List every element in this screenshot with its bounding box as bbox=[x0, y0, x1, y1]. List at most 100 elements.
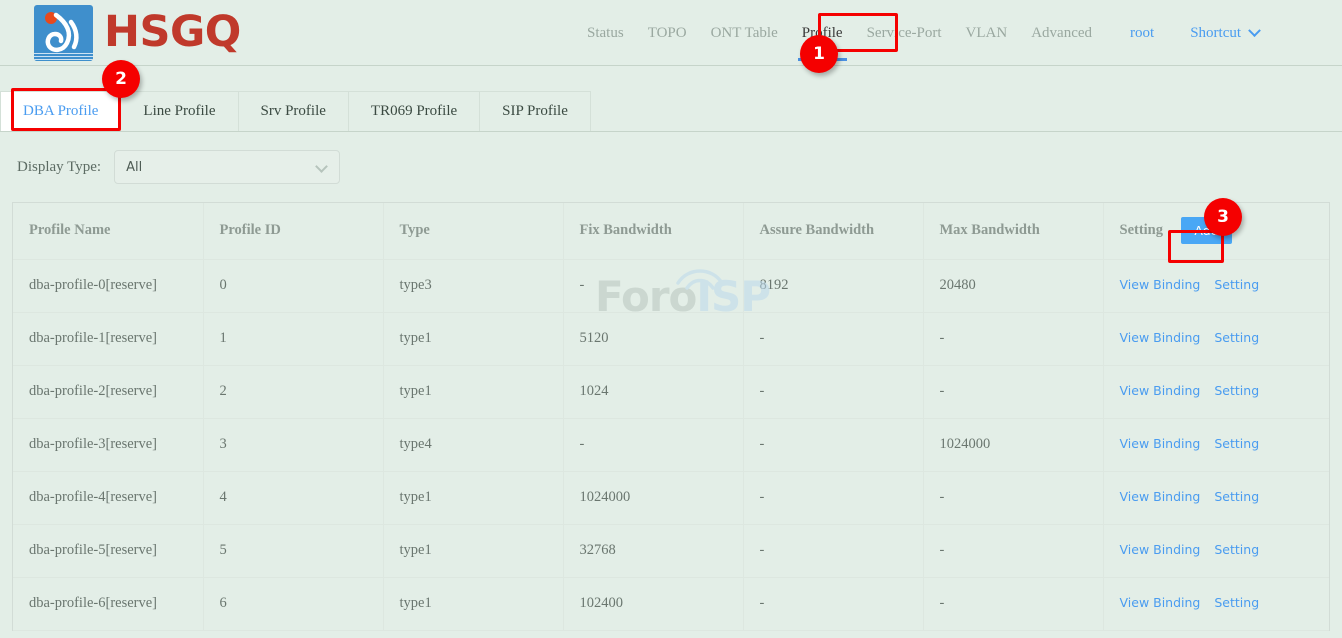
cell-setting: View Binding Setting bbox=[1103, 524, 1329, 577]
table-row: dba-profile-6[reserve]6type1102400--View… bbox=[13, 577, 1329, 630]
logo-stripes bbox=[34, 53, 93, 61]
cell-setting: View Binding Setting bbox=[1103, 471, 1329, 524]
nav-shortcut-label: Shortcut bbox=[1190, 25, 1241, 42]
cell-type: type4 bbox=[383, 418, 563, 471]
table-body: dba-profile-0[reserve]0type3-819220480Vi… bbox=[13, 259, 1329, 630]
cell-assure-bandwidth: - bbox=[743, 365, 923, 418]
cell-assure-bandwidth: - bbox=[743, 418, 923, 471]
view-binding-link[interactable]: View Binding bbox=[1120, 542, 1201, 557]
cell-setting: View Binding Setting bbox=[1103, 365, 1329, 418]
subtab-sip-profile[interactable]: SIP Profile bbox=[479, 91, 591, 131]
dba-profile-table: Profile Name Profile ID Type Fix Bandwid… bbox=[12, 202, 1330, 631]
subtab-tr069-profile[interactable]: TR069 Profile bbox=[348, 91, 480, 131]
view-binding-link[interactable]: View Binding bbox=[1120, 383, 1201, 398]
cell-type: type1 bbox=[383, 577, 563, 630]
setting-link[interactable]: Setting bbox=[1214, 595, 1259, 610]
cell-assure-bandwidth: - bbox=[743, 577, 923, 630]
setting-link[interactable]: Setting bbox=[1214, 542, 1259, 557]
cell-type: type1 bbox=[383, 312, 563, 365]
cell-max-bandwidth: - bbox=[923, 312, 1103, 365]
setting-link[interactable]: Setting bbox=[1214, 383, 1259, 398]
sub-tab-list: DBA Profile Line Profile Srv Profile TR0… bbox=[0, 91, 591, 131]
view-binding-link[interactable]: View Binding bbox=[1120, 436, 1201, 451]
cell-setting: View Binding Setting bbox=[1103, 259, 1329, 312]
nav-item-status[interactable]: Status bbox=[575, 0, 636, 66]
cell-fix-bandwidth: 102400 bbox=[563, 577, 743, 630]
column-header-profile-name: Profile Name bbox=[13, 203, 203, 259]
sub-tab-bar: DBA Profile Line Profile Srv Profile TR0… bbox=[0, 66, 1342, 132]
chevron-down-icon bbox=[1248, 24, 1261, 37]
view-binding-link[interactable]: View Binding bbox=[1120, 330, 1201, 345]
view-binding-link[interactable]: View Binding bbox=[1120, 489, 1201, 504]
nav-user-root[interactable]: root bbox=[1118, 0, 1166, 66]
cell-profile-id: 3 bbox=[203, 418, 383, 471]
top-navigation: Status TOPO ONT Table Profile Service-Po… bbox=[575, 0, 1271, 66]
cell-profile-name: dba-profile-0[reserve] bbox=[13, 259, 203, 312]
cell-profile-id: 1 bbox=[203, 312, 383, 365]
setting-link[interactable]: Setting bbox=[1214, 330, 1259, 345]
annotation-badge-1: 1 bbox=[800, 35, 838, 73]
cell-setting: View Binding Setting bbox=[1103, 312, 1329, 365]
cell-setting: View Binding Setting bbox=[1103, 577, 1329, 630]
view-binding-link[interactable]: View Binding bbox=[1120, 595, 1201, 610]
cell-type: type3 bbox=[383, 259, 563, 312]
nav-item-advanced[interactable]: Advanced bbox=[1019, 0, 1104, 66]
cell-max-bandwidth: 1024000 bbox=[923, 418, 1103, 471]
nav-item-service-port[interactable]: Service-Port bbox=[855, 0, 954, 66]
cell-fix-bandwidth: 32768 bbox=[563, 524, 743, 577]
view-binding-link[interactable]: View Binding bbox=[1120, 277, 1201, 292]
column-header-assure-bandwidth: Assure Bandwidth bbox=[743, 203, 923, 259]
subtab-srv-profile[interactable]: Srv Profile bbox=[238, 91, 349, 131]
table-row: dba-profile-5[reserve]5type132768--View … bbox=[13, 524, 1329, 577]
cell-profile-id: 2 bbox=[203, 365, 383, 418]
cell-profile-id: 6 bbox=[203, 577, 383, 630]
cell-setting: View Binding Setting bbox=[1103, 418, 1329, 471]
subtab-dba-profile[interactable]: DBA Profile bbox=[0, 91, 121, 131]
cell-assure-bandwidth: 8192 bbox=[743, 259, 923, 312]
cell-assure-bandwidth: - bbox=[743, 312, 923, 365]
table-row: dba-profile-4[reserve]4type11024000--Vie… bbox=[13, 471, 1329, 524]
annotation-badge-2: 2 bbox=[102, 60, 140, 98]
column-header-fix-bandwidth: Fix Bandwidth bbox=[563, 203, 743, 259]
annotation-badge-3: 3 bbox=[1204, 198, 1242, 236]
display-type-value: All bbox=[126, 160, 142, 175]
table-row: dba-profile-2[reserve]2type11024--View B… bbox=[13, 365, 1329, 418]
table-row: dba-profile-0[reserve]0type3-819220480Vi… bbox=[13, 259, 1329, 312]
cell-profile-id: 0 bbox=[203, 259, 383, 312]
nav-shortcut-menu[interactable]: Shortcut bbox=[1178, 0, 1271, 66]
cell-max-bandwidth: - bbox=[923, 365, 1103, 418]
cell-type: type1 bbox=[383, 524, 563, 577]
setting-link[interactable]: Setting bbox=[1214, 277, 1259, 292]
nav-item-vlan[interactable]: VLAN bbox=[954, 0, 1020, 66]
cell-profile-name: dba-profile-4[reserve] bbox=[13, 471, 203, 524]
cell-profile-name: dba-profile-1[reserve] bbox=[13, 312, 203, 365]
brand-name: HSGQ bbox=[104, 11, 241, 54]
cell-max-bandwidth: 20480 bbox=[923, 259, 1103, 312]
cell-fix-bandwidth: - bbox=[563, 418, 743, 471]
chevron-down-icon bbox=[315, 160, 328, 173]
cell-profile-name: dba-profile-2[reserve] bbox=[13, 365, 203, 418]
cell-assure-bandwidth: - bbox=[743, 524, 923, 577]
cell-max-bandwidth: - bbox=[923, 577, 1103, 630]
cell-max-bandwidth: - bbox=[923, 524, 1103, 577]
cell-fix-bandwidth: 5120 bbox=[563, 312, 743, 365]
column-header-profile-id: Profile ID bbox=[203, 203, 383, 259]
setting-link[interactable]: Setting bbox=[1214, 489, 1259, 504]
cell-fix-bandwidth: - bbox=[563, 259, 743, 312]
column-header-setting-label: Setting bbox=[1120, 222, 1164, 239]
brand-logo: HSGQ bbox=[34, 3, 241, 63]
cell-profile-id: 4 bbox=[203, 471, 383, 524]
setting-link[interactable]: Setting bbox=[1214, 436, 1259, 451]
display-type-select[interactable]: All bbox=[114, 150, 340, 184]
subtab-line-profile[interactable]: Line Profile bbox=[120, 91, 238, 131]
table-row: dba-profile-3[reserve]3type4--1024000Vie… bbox=[13, 418, 1329, 471]
display-type-label: Display Type: bbox=[17, 159, 101, 176]
cell-profile-name: dba-profile-6[reserve] bbox=[13, 577, 203, 630]
hsgq-wave-logo-icon bbox=[34, 5, 93, 61]
nav-item-topo[interactable]: TOPO bbox=[636, 0, 699, 66]
cell-assure-bandwidth: - bbox=[743, 471, 923, 524]
nav-item-ont-table[interactable]: ONT Table bbox=[699, 0, 790, 66]
cell-type: type1 bbox=[383, 471, 563, 524]
cell-profile-name: dba-profile-5[reserve] bbox=[13, 524, 203, 577]
cell-fix-bandwidth: 1024 bbox=[563, 365, 743, 418]
